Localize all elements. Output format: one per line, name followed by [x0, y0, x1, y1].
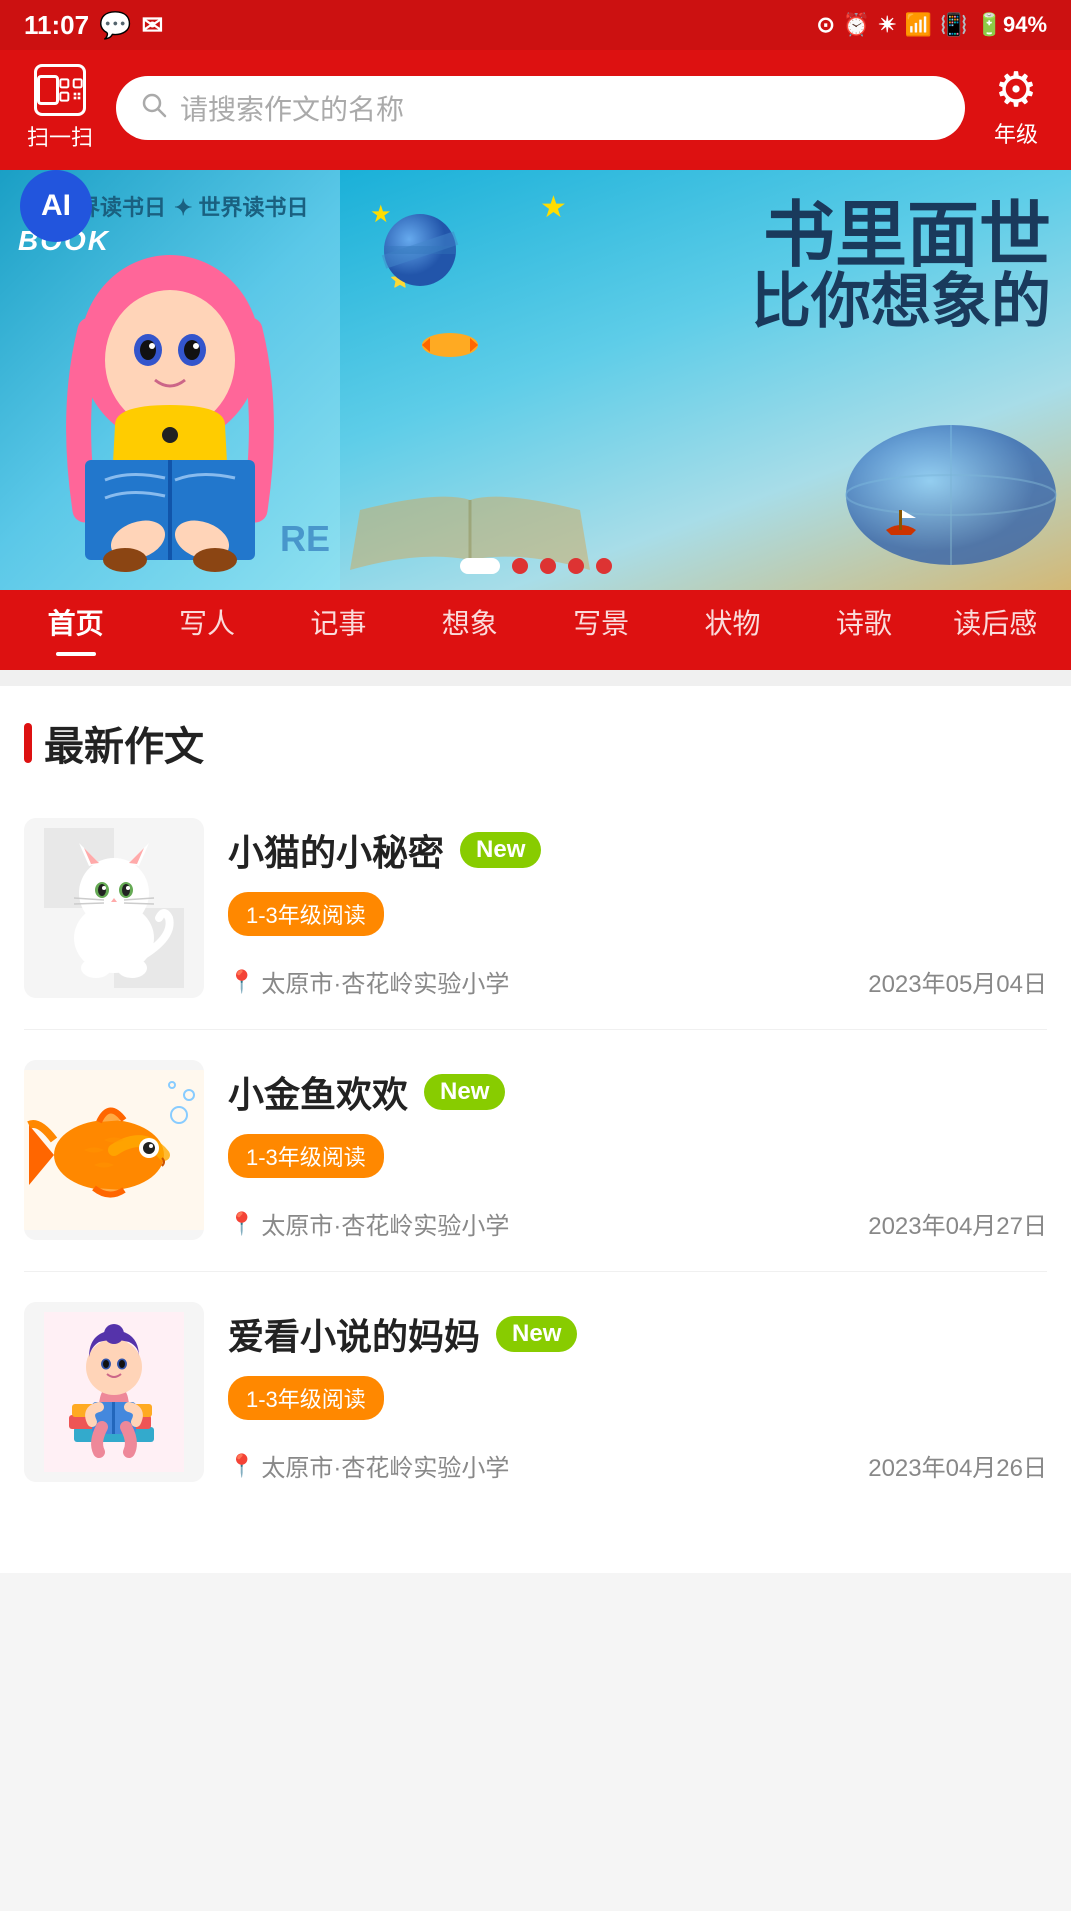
article-meta: 📍 太原市·杏花岭实验小学 2023年04月27日 [228, 1206, 1047, 1241]
tab-imagination[interactable]: 想象 [404, 590, 535, 650]
location-icon: 📍 [228, 969, 255, 995]
article-info: 小猫的小秘密 New 1-3年级阅读 📍 太原市·杏花岭实验小学 2023年05… [228, 818, 1047, 999]
article-info: 爱看小说的妈妈 New 1-3年级阅读 📍 太原市·杏花岭实验小学 2023年0… [228, 1302, 1047, 1483]
scan-button[interactable]: 扫一扫 [20, 64, 100, 152]
article-title-row: 小金鱼欢欢 New [228, 1066, 1047, 1118]
search-placeholder-text: 请搜索作文的名称 [180, 88, 404, 128]
article-title: 爱看小说的妈妈 [228, 1308, 480, 1360]
search-icon [140, 91, 168, 126]
ai-badge[interactable]: AI [20, 170, 92, 242]
new-badge: New [424, 1074, 505, 1110]
dot-5[interactable] [596, 558, 612, 574]
article-location: 📍 太原市·杏花岭实验小学 [228, 1448, 509, 1483]
message-icon: 💬 [99, 10, 131, 41]
status-time: 11:07 [24, 10, 89, 41]
article-list: 小猫的小秘密 New 1-3年级阅读 📍 太原市·杏花岭实验小学 2023年05… [0, 788, 1071, 1513]
email-icon: ✉ [141, 10, 163, 41]
article-title-row: 小猫的小秘密 New [228, 824, 1047, 876]
banner-dots [460, 558, 612, 574]
nav-tabs: 首页 写人 记事 想象 写景 状物 诗歌 读后感 [0, 590, 1071, 670]
banner-re-text: RE [280, 518, 330, 560]
bluetooth-icon: ✴ [878, 12, 896, 38]
banner-slides: ✦ 世界读书日 ✦ 世界读书日 [0, 170, 1071, 590]
battery-icon: 🔋94% [976, 12, 1047, 38]
status-icons: ⊙ ⏰ ✴ 📶 📳 🔋94% [816, 12, 1047, 38]
cat-illustration [44, 828, 184, 988]
article-info: 小金鱼欢欢 New 1-3年级阅读 📍 太原市·杏花岭实验小学 2023年04月… [228, 1060, 1047, 1241]
nav-divider [0, 670, 1071, 686]
cellular-icon: 📳 [940, 12, 967, 38]
header: 扫一扫 请搜索作文的名称 ⚙ 年级 [0, 50, 1071, 170]
article-date: 2023年04月26日 [868, 1448, 1047, 1483]
new-badge: New [496, 1316, 577, 1352]
tab-home[interactable]: 首页 [10, 590, 141, 650]
dot-3[interactable] [540, 558, 556, 574]
mom-illustration [44, 1312, 184, 1472]
grade-badge: 1-3年级阅读 [228, 1376, 384, 1420]
banner-right-title: 书里面世 比你想象的 [751, 200, 1051, 332]
fish-illustration [24, 1070, 204, 1230]
spaceship-icon [420, 330, 480, 360]
location-icon: 📍 [228, 1211, 255, 1237]
globe-icon [841, 420, 1061, 570]
planet-icon [380, 210, 460, 290]
tab-objects[interactable]: 状物 [667, 590, 798, 650]
tab-events[interactable]: 记事 [273, 590, 404, 650]
article-title: 小金鱼欢欢 [228, 1066, 408, 1118]
grade-label: 年级 [994, 117, 1038, 149]
article-location: 📍 太原市·杏花岭实验小学 [228, 964, 509, 999]
grade-badge: 1-3年级阅读 [228, 892, 384, 936]
banner: AI ✦ 世界读书日 ✦ 世界读书日 [0, 170, 1071, 590]
article-item[interactable]: 爱看小说的妈妈 New 1-3年级阅读 📍 太原市·杏花岭实验小学 2023年0… [24, 1272, 1047, 1513]
article-date: 2023年04月27日 [868, 1206, 1047, 1241]
status-time-area: 11:07 💬 ✉ [24, 10, 163, 41]
location-icon: 📍 [228, 1453, 255, 1479]
tab-review[interactable]: 读后感 [930, 590, 1061, 650]
article-title: 小猫的小秘密 [228, 824, 444, 876]
article-meta: 📍 太原市·杏花岭实验小学 2023年04月26日 [228, 1448, 1047, 1483]
tab-scenery[interactable]: 写景 [536, 590, 667, 650]
article-location: 📍 太原市·杏花岭实验小学 [228, 1206, 509, 1241]
scan-icon [34, 64, 86, 116]
section-header: 最新作文 [0, 686, 1071, 788]
section-indicator [24, 723, 32, 763]
article-thumbnail-fish [24, 1060, 204, 1240]
tab-poetry[interactable]: 诗歌 [798, 590, 929, 650]
scan-label: 扫一扫 [27, 120, 93, 152]
wifi-icon: 📶 [905, 12, 932, 38]
article-thumbnail-mom [24, 1302, 204, 1482]
gear-icon: ⚙ [994, 67, 1037, 115]
status-bar: 11:07 💬 ✉ ⊙ ⏰ ✴ 📶 📳 🔋94% [0, 0, 1071, 50]
section-title: 最新作文 [44, 714, 204, 772]
banner-right-slide[interactable]: ★ ★ ★ ⭐ 书里面世 比你想象的 [340, 170, 1071, 590]
tab-person[interactable]: 写人 [141, 590, 272, 650]
dot-2[interactable] [512, 558, 528, 574]
new-badge: New [460, 832, 541, 868]
nfc-icon: ⊙ [816, 12, 834, 38]
article-title-row: 爱看小说的妈妈 New [228, 1308, 1047, 1360]
article-thumbnail-cat [24, 818, 204, 998]
bottom-spacer [0, 1513, 1071, 1573]
article-date: 2023年05月04日 [868, 964, 1047, 999]
settings-button[interactable]: ⚙ 年级 [981, 67, 1051, 149]
banner-girl-illustration [30, 250, 310, 590]
boat-icon [881, 500, 921, 540]
search-bar[interactable]: 请搜索作文的名称 [116, 76, 965, 140]
alarm-icon: ⏰ [843, 12, 870, 38]
article-item[interactable]: 小猫的小秘密 New 1-3年级阅读 📍 太原市·杏花岭实验小学 2023年05… [24, 788, 1047, 1030]
star-3: ★ [540, 190, 567, 225]
article-item[interactable]: 小金鱼欢欢 New 1-3年级阅读 📍 太原市·杏花岭实验小学 2023年04月… [24, 1030, 1047, 1272]
dot-4[interactable] [568, 558, 584, 574]
dot-1[interactable] [460, 558, 500, 574]
grade-badge: 1-3年级阅读 [228, 1134, 384, 1178]
article-meta: 📍 太原市·杏花岭实验小学 2023年05月04日 [228, 964, 1047, 999]
